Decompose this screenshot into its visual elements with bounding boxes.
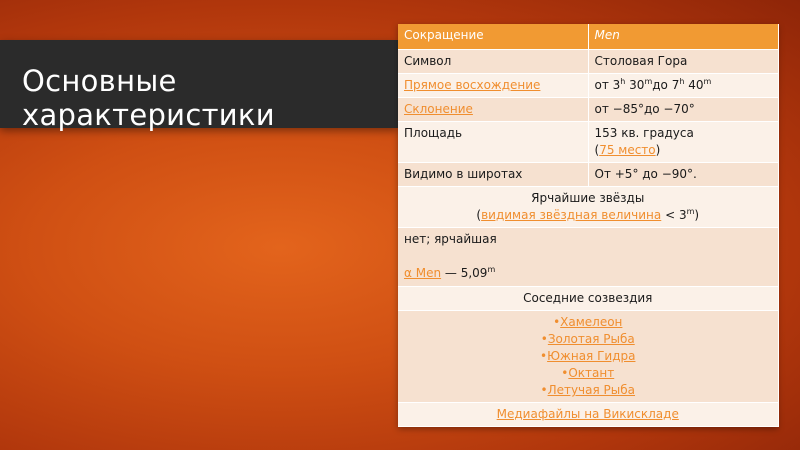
- neighbor-octans-link[interactable]: Октант: [568, 366, 614, 380]
- declination-value: от −85°до −70°: [588, 97, 779, 122]
- symbol-label: Символ: [398, 49, 589, 74]
- latitudes-value: От +5° до −90°.: [588, 162, 779, 187]
- right-ascension-value: от 3h 30mдо 7h 40m: [588, 73, 779, 98]
- commons-media-link[interactable]: Медиафайлы на Викискладе: [497, 407, 679, 421]
- row-area: Площадь 153 кв. градуса (75 место): [398, 121, 779, 163]
- right-ascension-link[interactable]: Прямое восхождение: [404, 78, 540, 92]
- area-label: Площадь: [398, 121, 589, 163]
- row-right-ascension: Прямое восхождение от 3h 30mдо 7h 40m: [398, 73, 779, 98]
- media-cell: Медиафайлы на Викискладе: [398, 402, 779, 427]
- symbol-value: Столовая Гора: [588, 49, 779, 74]
- alpha-men-link[interactable]: α Men: [404, 266, 441, 280]
- row-brightest-stars-header: Ярчайшие звёзды (видимая звёздная величи…: [398, 186, 779, 228]
- abbreviation-label: Сокращение: [398, 24, 589, 50]
- neighbor-chamaeleon-link[interactable]: Хамелеон: [560, 315, 622, 329]
- area-value: 153 кв. градуса (75 место): [588, 121, 779, 163]
- constellation-infobox: Сокращение Men Символ Столовая Гора Прям…: [398, 24, 779, 427]
- brightest-stars-header: Ярчайшие звёзды (видимая звёздная величи…: [398, 186, 779, 228]
- neighbor-hydrus-link[interactable]: Южная Гидра: [547, 349, 635, 363]
- title-band: Основные характеристики: [0, 40, 398, 132]
- neighbor-volans-link[interactable]: Летучая Рыба: [548, 383, 635, 397]
- brightest-stars-value: нет; ярчайшая α Men — 5,09m: [398, 227, 779, 287]
- row-abbreviation: Сокращение Men: [398, 24, 779, 50]
- area-rank-link[interactable]: 75 место: [599, 143, 655, 157]
- infobox-table: Сокращение Men Символ Столовая Гора Прям…: [398, 24, 779, 427]
- row-neighbors-header: Соседние созвездия: [398, 286, 779, 311]
- row-latitudes: Видимо в широтах От +5° до −90°.: [398, 162, 779, 187]
- slide-title: Основные характеристики: [22, 64, 275, 132]
- row-neighbors-list: •Хамелеон •Золотая Рыба •Южная Гидра •Ок…: [398, 310, 779, 403]
- declination-link[interactable]: Склонение: [404, 102, 473, 116]
- neighbors-list: •Хамелеон •Золотая Рыба •Южная Гидра •Ок…: [398, 310, 779, 403]
- row-media: Медиафайлы на Викискладе: [398, 402, 779, 427]
- abbreviation-value: Men: [588, 24, 779, 50]
- apparent-magnitude-link[interactable]: видимая звёздная величина: [481, 208, 661, 222]
- neighbors-header: Соседние созвездия: [398, 286, 779, 311]
- row-declination: Склонение от −85°до −70°: [398, 97, 779, 122]
- latitudes-label: Видимо в широтах: [398, 162, 589, 187]
- neighbor-dorado-link[interactable]: Золотая Рыба: [548, 332, 635, 346]
- row-brightest-stars-value: нет; ярчайшая α Men — 5,09m: [398, 227, 779, 287]
- row-symbol: Символ Столовая Гора: [398, 49, 779, 74]
